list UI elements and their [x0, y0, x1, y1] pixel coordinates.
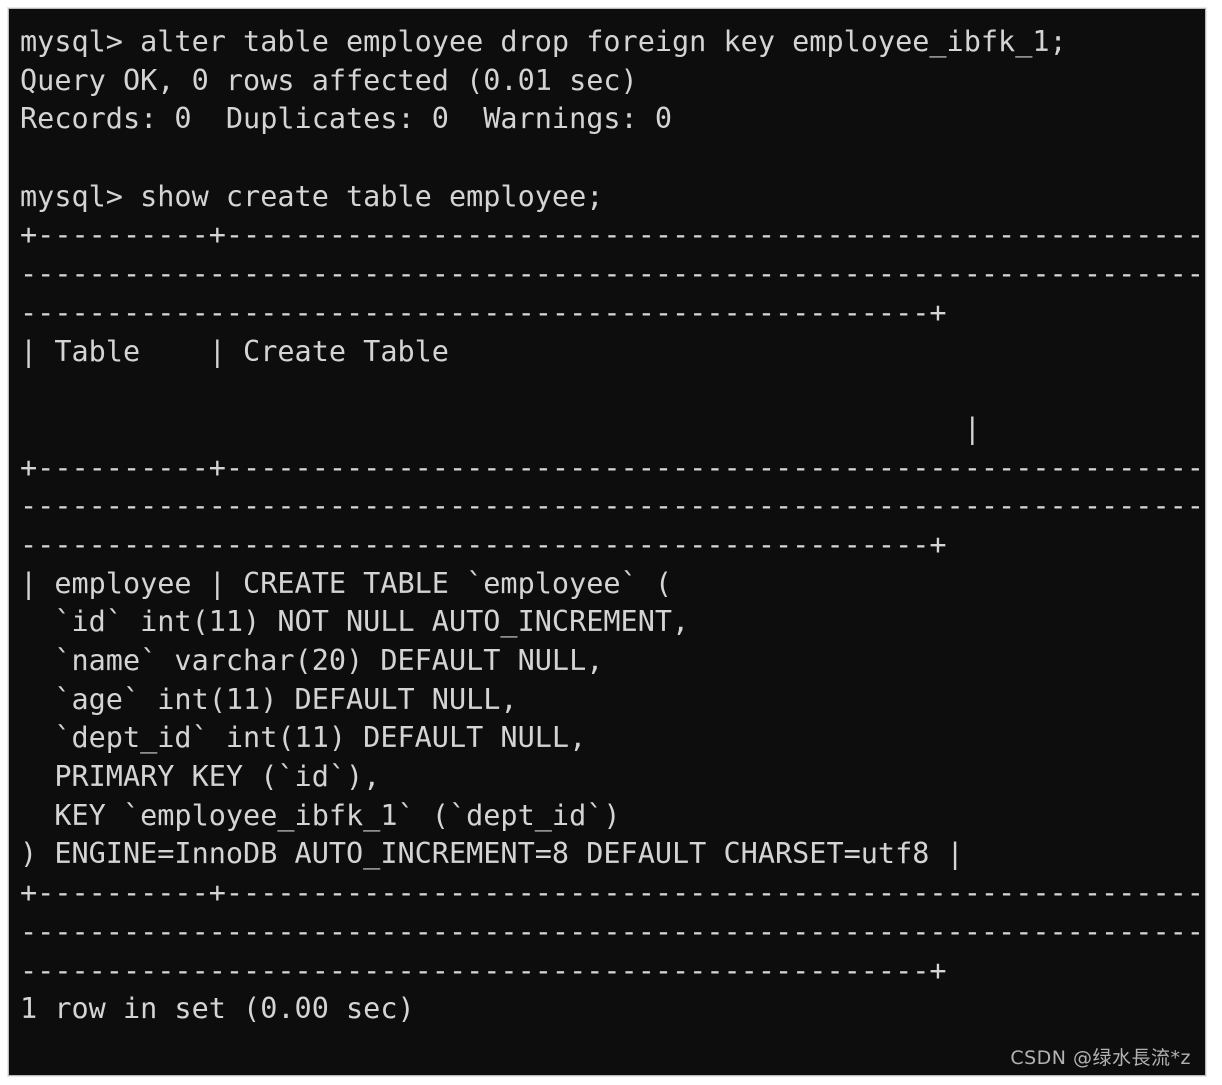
terminal-line: ----------------------------------------…: [20, 527, 947, 561]
terminal-line: ) ENGINE=InnoDB AUTO_INCREMENT=8 DEFAULT…: [20, 837, 964, 871]
terminal-line: ----------------------------------------…: [20, 489, 1205, 523]
terminal-line: `age` int(11) DEFAULT NULL,: [20, 682, 518, 716]
terminal-window: mysql> alter table employee drop foreign…: [8, 8, 1206, 1076]
terminal-line: 1 row in set (0.00 sec): [20, 992, 415, 1026]
screenshot-page: mysql> alter table employee drop foreign…: [0, 0, 1222, 1085]
terminal-line: PRIMARY KEY (`id`),: [20, 760, 381, 794]
terminal-line: mysql> alter table employee drop foreign…: [20, 25, 1067, 58]
terminal-line: `id` int(11) NOT NULL AUTO_INCREMENT,: [20, 605, 690, 639]
terminal-line: | employee | CREATE TABLE `employee` (: [20, 566, 673, 600]
terminal-line: +----------+----------------------------…: [20, 218, 1205, 252]
terminal-line: KEY `employee_ibfk_1` (`dept_id`): [20, 798, 621, 832]
terminal-line: +----------+----------------------------…: [20, 876, 1205, 910]
terminal-line: ----------------------------------------…: [20, 257, 1205, 291]
terminal-line: `name` varchar(20) DEFAULT NULL,: [20, 644, 604, 677]
terminal-line: |: [20, 411, 981, 445]
terminal-line: ----------------------------------------…: [20, 295, 947, 329]
terminal-line: Records: 0 Duplicates: 0 Warnings: 0: [20, 102, 673, 136]
terminal-line: | Table | Create Table: [20, 334, 449, 368]
terminal-line: +----------+----------------------------…: [20, 450, 1205, 484]
terminal-line: ----------------------------------------…: [20, 953, 947, 987]
terminal-line: mysql> show create table employee;: [20, 179, 604, 213]
terminal-output-area[interactable]: mysql> alter table employee drop foreign…: [9, 9, 1205, 1075]
terminal-line: `dept_id` int(11) DEFAULT NULL,: [20, 721, 587, 755]
terminal-line: Query OK, 0 rows affected (0.01 sec): [20, 63, 638, 97]
terminal-line: ----------------------------------------…: [20, 914, 1205, 948]
